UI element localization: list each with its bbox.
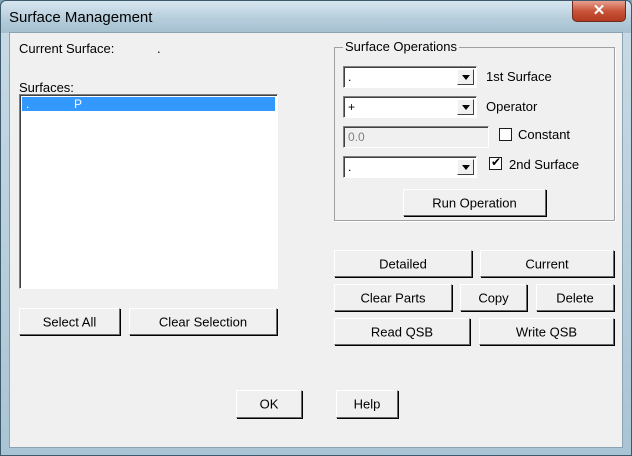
copy-button[interactable]: Copy [460, 284, 527, 311]
ok-label: OK [259, 396, 279, 412]
read-qsb-label: Read QSB [370, 324, 434, 339]
select-all-button[interactable]: Select All [19, 308, 120, 335]
help-button[interactable]: Help [336, 390, 398, 418]
delete-label: Delete [556, 290, 594, 305]
select-all-label: Select All [42, 314, 97, 329]
clear-selection-button[interactable]: Clear Selection [129, 308, 277, 335]
help-label: Help [353, 396, 381, 412]
chevron-down-icon[interactable] [457, 159, 474, 175]
window-title: Surface Management [9, 9, 153, 26]
clear-selection-label: Clear Selection [158, 314, 248, 329]
operator-value: + [348, 100, 356, 114]
detailed-button[interactable]: Detailed [334, 250, 472, 277]
current-label: Current [525, 256, 569, 271]
surface-management-window: Surface Management ✕ Current Surface: . … [0, 0, 632, 456]
list-item-name: . [26, 97, 30, 111]
operator-label: Operator [486, 99, 538, 114]
first-surface-combo[interactable]: . [343, 66, 477, 88]
run-operation-label: Run Operation [432, 195, 517, 210]
chevron-down-icon[interactable] [457, 69, 474, 85]
ok-button[interactable]: OK [236, 390, 302, 418]
surface-operations-title: Surface Operations [343, 39, 460, 54]
current-button[interactable]: Current [480, 250, 614, 277]
run-operation-button[interactable]: Run Operation [403, 189, 546, 216]
constant-value: 0.0 [348, 130, 365, 144]
title-bar[interactable]: Surface Management ✕ [1, 1, 631, 33]
surfaces-listbox[interactable]: . P [19, 94, 278, 289]
dialog-body: Current Surface: . Surfaces: . P Select … [9, 32, 623, 448]
constant-label: Constant [518, 127, 571, 142]
list-item-flag: P [74, 97, 83, 111]
delete-button[interactable]: Delete [536, 284, 614, 311]
constant-input[interactable]: 0.0 [343, 126, 489, 148]
list-item[interactable]: . P [22, 97, 275, 111]
detailed-label: Detailed [379, 256, 427, 271]
second-surface-value: . [348, 160, 352, 174]
current-surface-value: . [157, 41, 161, 56]
checkmark-icon: ✔ [491, 155, 502, 169]
read-qsb-button[interactable]: Read QSB [334, 318, 470, 345]
clear-parts-button[interactable]: Clear Parts [334, 284, 452, 311]
second-surface-combo[interactable]: . [343, 156, 477, 178]
second-surface-checkbox[interactable]: ✔ [489, 155, 502, 170]
constant-checkbox[interactable] [499, 128, 512, 141]
close-button[interactable]: ✕ [572, 1, 626, 22]
clear-parts-label: Clear Parts [360, 290, 426, 305]
first-surface-label: 1st Surface [486, 69, 552, 84]
write-qsb-label: Write QSB [515, 324, 578, 339]
surfaces-label: Surfaces: [19, 80, 74, 95]
current-surface-label: Current Surface: [19, 41, 115, 56]
copy-label: Copy [478, 290, 509, 305]
operator-combo[interactable]: + [343, 96, 477, 118]
first-surface-value: . [348, 70, 352, 84]
chevron-down-icon[interactable] [457, 99, 474, 115]
write-qsb-button[interactable]: Write QSB [479, 318, 614, 345]
second-surface-label: 2nd Surface [509, 157, 580, 172]
